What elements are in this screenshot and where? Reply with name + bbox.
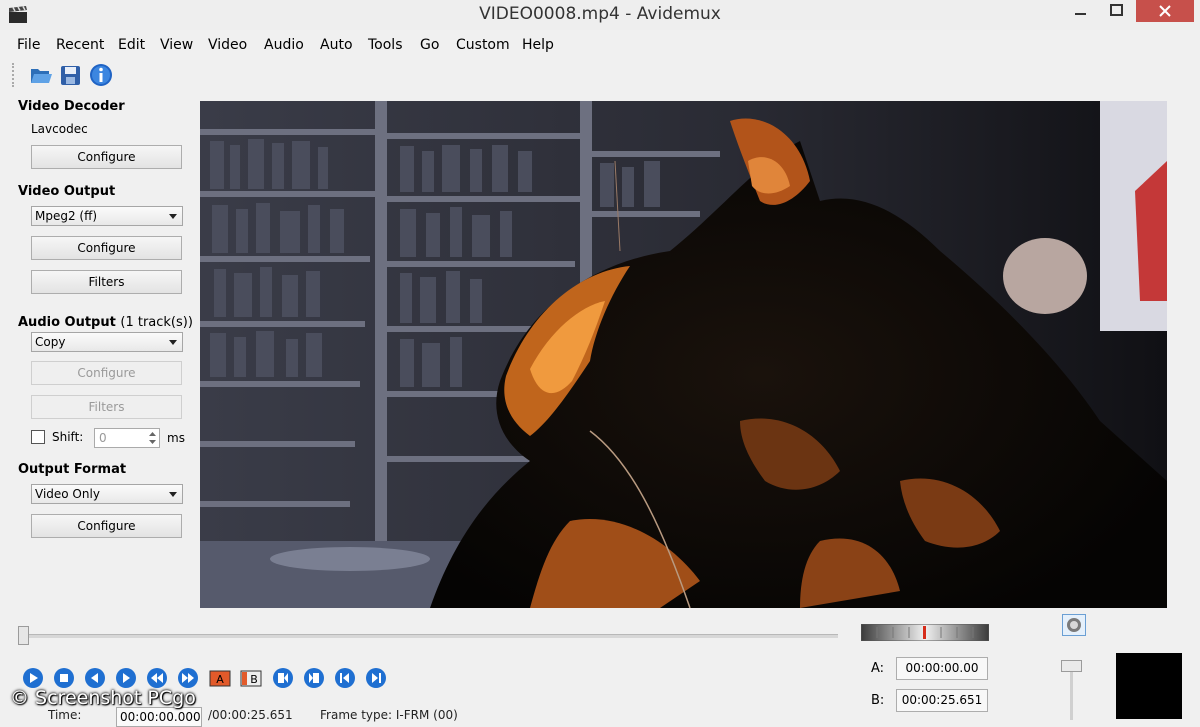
- menu-tools[interactable]: Tools: [368, 37, 403, 53]
- toolbar: [0, 60, 1200, 90]
- menu-recent[interactable]: Recent: [56, 37, 104, 53]
- previous-keyframe-icon[interactable]: [146, 667, 168, 689]
- next-frame-icon[interactable]: [115, 667, 137, 689]
- output-format-configure-button[interactable]: Configure: [31, 514, 182, 538]
- video-decoder-codec: Lavcodec: [31, 122, 88, 136]
- previous-frame-icon[interactable]: [84, 667, 106, 689]
- title-bar: VIDEO0008.mp4 - Avidemux: [0, 0, 1200, 30]
- marker-a-time: 00:00:00.00: [896, 657, 988, 680]
- video-decoder-title: Video Decoder: [18, 99, 125, 114]
- shift-checkbox[interactable]: [31, 430, 45, 444]
- maximize-button[interactable]: [1100, 0, 1134, 22]
- maximize-icon: [1110, 4, 1123, 16]
- shift-unit: ms: [167, 431, 185, 445]
- next-keyframe-icon[interactable]: [177, 667, 199, 689]
- spin-arrows-icon[interactable]: [148, 430, 157, 446]
- set-marker-b-icon[interactable]: B: [240, 667, 262, 689]
- chevron-down-icon: [169, 340, 177, 345]
- minimize-button[interactable]: [1064, 0, 1098, 22]
- audio-output-filters-button[interactable]: Filters: [31, 395, 182, 419]
- close-button[interactable]: [1136, 0, 1194, 22]
- menu-custom[interactable]: Custom: [456, 37, 510, 53]
- svg-text:B: B: [250, 673, 258, 686]
- video-output-filters-button[interactable]: Filters: [31, 270, 182, 294]
- goto-start-icon[interactable]: [334, 667, 356, 689]
- marker-a-label: A:: [871, 661, 885, 676]
- toolbar-grip: [12, 63, 18, 87]
- audio-output-codec-value: Copy: [35, 335, 66, 349]
- watermark: © Screenshot PCgo: [10, 687, 196, 709]
- shift-label: Shift:: [52, 430, 84, 444]
- speaker-icon: [1067, 618, 1081, 632]
- output-format-select[interactable]: Video Only: [31, 484, 183, 504]
- shift-value: 0: [99, 431, 107, 445]
- set-marker-a-icon[interactable]: A: [209, 667, 231, 689]
- output-format-title: Output Format: [18, 462, 127, 477]
- zoom-toggle-button[interactable]: [1062, 614, 1086, 636]
- timeline-handle[interactable]: [18, 626, 29, 645]
- menu-bar: File Recent Edit View Video Audio Auto T…: [0, 34, 1200, 58]
- menu-audio[interactable]: Audio: [264, 37, 304, 53]
- audio-output-title: Audio Output (1 track(s)): [18, 315, 193, 330]
- video-output-codec-select[interactable]: Mpeg2 (ff): [31, 206, 183, 226]
- goto-end-icon[interactable]: [365, 667, 387, 689]
- open-folder-icon[interactable]: [29, 63, 53, 87]
- audio-output-track-count: (1 track(s)): [120, 315, 193, 330]
- audio-output-codec-select[interactable]: Copy: [31, 332, 183, 352]
- video-output-codec-value: Mpeg2 (ff): [35, 209, 98, 223]
- jog-shuttle[interactable]: [861, 624, 989, 641]
- audio-meter-preview: [1116, 653, 1182, 719]
- menu-edit[interactable]: Edit: [118, 37, 145, 53]
- play-icon[interactable]: [22, 667, 44, 689]
- close-icon: [1159, 5, 1171, 17]
- marker-b-label: B:: [871, 693, 885, 708]
- shift-spinbox[interactable]: 0: [94, 428, 160, 448]
- video-output-title: Video Output: [18, 184, 116, 199]
- video-frame-image: [200, 101, 1167, 608]
- window-title: VIDEO0008.mp4 - Avidemux: [479, 4, 721, 24]
- volume-slider-track[interactable]: [1070, 668, 1073, 720]
- goto-marker-b-icon[interactable]: [303, 667, 325, 689]
- info-icon[interactable]: [89, 63, 113, 87]
- minimize-icon: [1075, 13, 1086, 15]
- goto-marker-a-icon[interactable]: [272, 667, 294, 689]
- stop-icon[interactable]: [53, 667, 75, 689]
- menu-go[interactable]: Go: [420, 37, 439, 53]
- video-decoder-configure-button[interactable]: Configure: [31, 145, 182, 169]
- menu-auto[interactable]: Auto: [320, 37, 353, 53]
- video-preview: [200, 101, 1167, 608]
- output-format-value: Video Only: [35, 487, 100, 501]
- menu-help[interactable]: Help: [522, 37, 554, 53]
- chevron-down-icon: [169, 214, 177, 219]
- marker-b-time: 00:00:25.651: [896, 689, 988, 712]
- menu-view[interactable]: View: [160, 37, 193, 53]
- timeline-track[interactable]: [20, 634, 838, 638]
- menu-video[interactable]: Video: [208, 37, 247, 53]
- chevron-down-icon: [169, 492, 177, 497]
- audio-output-configure-button[interactable]: Configure: [31, 361, 182, 385]
- video-output-configure-button[interactable]: Configure: [31, 236, 182, 260]
- current-time-field[interactable]: 00:00:00.000: [116, 707, 202, 727]
- volume-slider-handle[interactable]: [1061, 660, 1082, 672]
- audio-output-title-text: Audio Output: [18, 315, 116, 330]
- save-icon[interactable]: [59, 63, 83, 87]
- menu-file[interactable]: File: [17, 37, 40, 53]
- svg-text:A: A: [216, 673, 224, 686]
